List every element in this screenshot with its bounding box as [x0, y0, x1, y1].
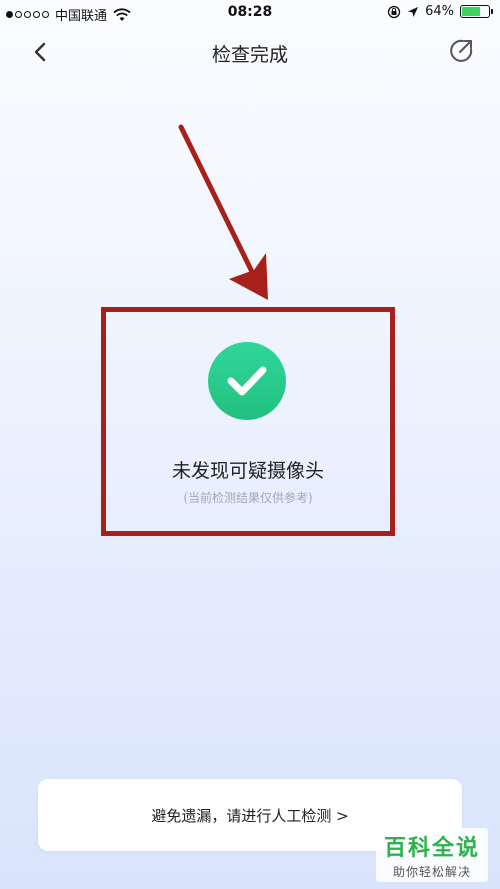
- check-icon: [227, 366, 267, 396]
- battery-percent: 64%: [425, 4, 454, 19]
- manual-check-label: 避免遗漏，请进行人工检测 >: [151, 806, 349, 825]
- result-highlight-box: 未发现可疑摄像头 (当前检测结果仅供参考): [101, 307, 395, 536]
- watermark-logo: 百科全说 助你轻松解决: [376, 828, 488, 882]
- orientation-lock-icon: [387, 5, 401, 18]
- battery-icon: [460, 5, 493, 18]
- share-icon: [450, 39, 473, 62]
- watermark-title: 百科全说: [383, 836, 480, 861]
- location-arrow-icon: [408, 6, 419, 17]
- status-bar: 中国联通 08:28 64%: [0, 0, 500, 26]
- share-button[interactable]: [446, 36, 476, 66]
- success-badge: [208, 342, 286, 420]
- result-subtitle: (当前检测结果仅供参考): [183, 491, 313, 505]
- nav-bar: 检查完成: [0, 30, 500, 74]
- watermark-subtitle: 助你轻松解决: [392, 865, 471, 879]
- page-title: 检查完成: [211, 44, 288, 66]
- result-title: 未发现可疑摄像头: [171, 460, 324, 482]
- status-bar-right: 64%: [387, 4, 493, 19]
- battery-fill: [462, 7, 480, 16]
